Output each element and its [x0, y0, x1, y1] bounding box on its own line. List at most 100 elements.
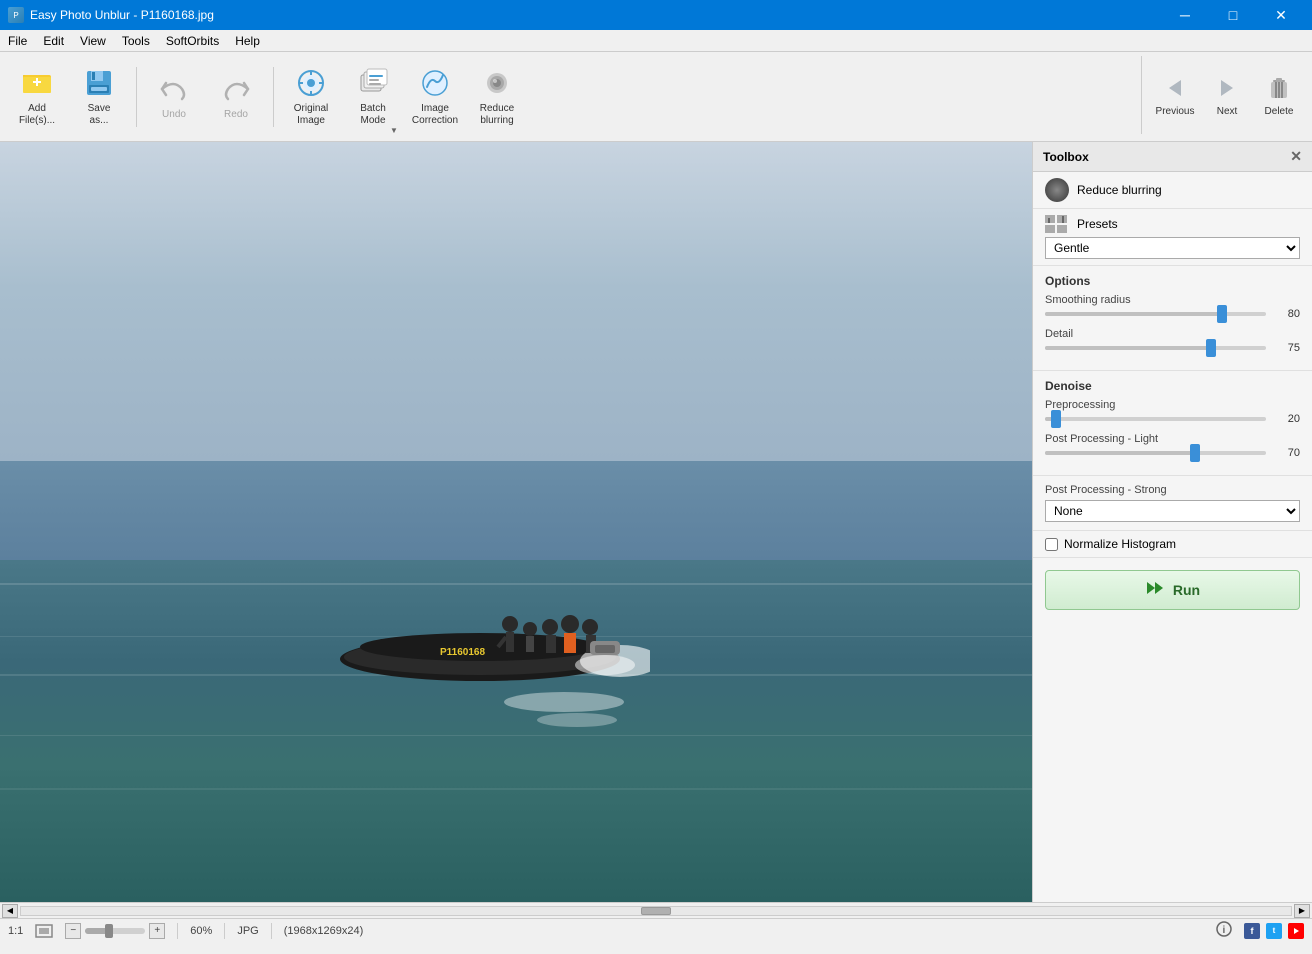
- post-light-thumb[interactable]: [1190, 444, 1200, 462]
- preprocessing-track[interactable]: [1045, 417, 1266, 421]
- reduce-blurring-row: Reduce blurring: [1033, 172, 1312, 209]
- detail-row: Detail 75: [1045, 328, 1300, 354]
- reduce-blurring-toolbar-button[interactable]: Reduceblurring: [468, 58, 526, 136]
- batch-mode-button[interactable]: BatchMode: [344, 58, 402, 136]
- facebook-icon[interactable]: f: [1244, 923, 1260, 939]
- horizontal-scrollbar[interactable]: ◀ ▶: [0, 902, 1312, 918]
- redo-label: Redo: [224, 109, 248, 121]
- menu-file[interactable]: File: [0, 32, 35, 50]
- delete-label: Delete: [1265, 106, 1294, 118]
- status-sep-2: [224, 923, 225, 939]
- status-sep-3: [271, 923, 272, 939]
- delete-icon: [1263, 72, 1295, 104]
- run-section: Run: [1033, 558, 1312, 622]
- maximize-button[interactable]: □: [1210, 0, 1256, 30]
- menu-tools[interactable]: Tools: [114, 32, 158, 50]
- image-correction-button[interactable]: ImageCorrection: [406, 58, 464, 136]
- normalize-checkbox[interactable]: [1045, 538, 1058, 551]
- zoom-in-button[interactable]: +: [149, 923, 165, 939]
- redo-icon: [220, 73, 252, 105]
- reduce-blurring-icon: [1045, 178, 1069, 202]
- undo-button[interactable]: Undo: [145, 58, 203, 136]
- smoothing-radius-value: 80: [1272, 308, 1300, 320]
- zoom-slider-thumb[interactable]: [105, 924, 113, 938]
- previous-label: Previous: [1156, 106, 1195, 118]
- youtube-icon[interactable]: [1288, 923, 1304, 939]
- titlebar-left: P Easy Photo Unblur - P1160168.jpg: [8, 7, 214, 23]
- toolbar-separator-1: [136, 67, 137, 127]
- twitter-icon[interactable]: t: [1266, 923, 1282, 939]
- toolbox-header: Toolbox ✕: [1033, 142, 1312, 172]
- reduce-blurring-toolbar-label: Reduceblurring: [480, 103, 514, 127]
- save-as-button[interactable]: Saveas...: [70, 58, 128, 136]
- svg-text:P1160168: P1160168: [440, 647, 485, 658]
- detail-thumb[interactable]: [1206, 339, 1216, 357]
- batch-icon: [357, 67, 389, 99]
- menu-softorbits[interactable]: SoftOrbits: [158, 32, 227, 50]
- zoom-out-button[interactable]: −: [65, 923, 81, 939]
- menu-edit[interactable]: Edit: [35, 32, 72, 50]
- save-as-label: Saveas...: [88, 103, 111, 127]
- smoothing-radius-row: Smoothing radius 80: [1045, 294, 1300, 320]
- sky-layer: [0, 142, 1032, 507]
- preprocessing-row: Preprocessing 20: [1045, 399, 1300, 425]
- run-button[interactable]: Run: [1045, 570, 1300, 610]
- scroll-right-arrow[interactable]: ▶: [1294, 904, 1310, 918]
- minimize-button[interactable]: ─: [1162, 0, 1208, 30]
- presets-row: Presets Gentle Normal Strong Custom: [1033, 209, 1312, 266]
- scroll-track[interactable]: [20, 906, 1292, 916]
- presets-icon: [1045, 215, 1069, 233]
- preprocessing-label: Preprocessing: [1045, 399, 1300, 411]
- menu-help[interactable]: Help: [227, 32, 268, 50]
- run-label: Run: [1173, 582, 1200, 598]
- preprocessing-thumb[interactable]: [1051, 410, 1061, 428]
- smoothing-radius-thumb[interactable]: [1217, 305, 1227, 323]
- previous-icon: [1159, 72, 1191, 104]
- presets-select[interactable]: Gentle Normal Strong Custom: [1045, 237, 1300, 259]
- fit-icon-area[interactable]: [35, 924, 53, 938]
- water-line-4: [0, 735, 1032, 736]
- next-button[interactable]: Next: [1202, 58, 1252, 132]
- original-image-label: OriginalImage: [294, 103, 328, 127]
- detail-container: 75: [1045, 342, 1300, 354]
- previous-button[interactable]: Previous: [1150, 58, 1200, 132]
- normalize-row: Normalize Histogram: [1033, 531, 1312, 558]
- scroll-left-arrow[interactable]: ◀: [2, 904, 18, 918]
- menu-view[interactable]: View: [72, 32, 114, 50]
- zoom-label: 1:1: [8, 925, 23, 937]
- expand-arrow[interactable]: ▼: [390, 126, 398, 135]
- scroll-thumb[interactable]: [641, 907, 671, 915]
- boat-wake: [504, 692, 624, 712]
- zoom-slider-track[interactable]: [85, 928, 145, 934]
- batch-mode-label: BatchMode: [360, 103, 386, 127]
- main-area: P1160168: [0, 142, 1312, 902]
- presets-header: Presets: [1045, 215, 1300, 233]
- original-image-button[interactable]: OriginalImage: [282, 58, 340, 136]
- detail-label: Detail: [1045, 328, 1300, 340]
- normalize-label[interactable]: Normalize Histogram: [1064, 537, 1176, 551]
- info-icon[interactable]: i: [1216, 921, 1232, 940]
- boat-svg: P1160168: [310, 529, 650, 689]
- toolbar: AddFile(s)... Saveas... Undo: [0, 52, 1312, 142]
- post-strong-select[interactable]: None Light Normal Strong: [1045, 500, 1300, 522]
- add-files-button[interactable]: AddFile(s)...: [8, 58, 66, 136]
- post-light-track[interactable]: [1045, 451, 1266, 455]
- toolbar-right: Previous Next Delete: [1141, 56, 1304, 134]
- fit-icon: [35, 924, 53, 938]
- image-dimensions: (1968x1269x24): [284, 925, 364, 937]
- redo-button[interactable]: Redo: [207, 58, 265, 136]
- smoothing-radius-track[interactable]: [1045, 312, 1266, 316]
- close-button[interactable]: ✕: [1258, 0, 1304, 30]
- toolbox-close-button[interactable]: ✕: [1290, 148, 1302, 165]
- detail-track[interactable]: [1045, 346, 1266, 350]
- undo-label: Undo: [162, 109, 186, 121]
- delete-button[interactable]: Delete: [1254, 58, 1304, 132]
- svg-text:i: i: [1223, 925, 1226, 936]
- image-area[interactable]: P1160168: [0, 142, 1032, 902]
- options-title: Options: [1045, 274, 1300, 288]
- preprocessing-container: 20: [1045, 413, 1300, 425]
- blur-toolbar-icon: [481, 67, 513, 99]
- menubar: File Edit View Tools SoftOrbits Help: [0, 30, 1312, 52]
- toolbox-title: Toolbox: [1043, 150, 1089, 164]
- preprocessing-value: 20: [1272, 413, 1300, 425]
